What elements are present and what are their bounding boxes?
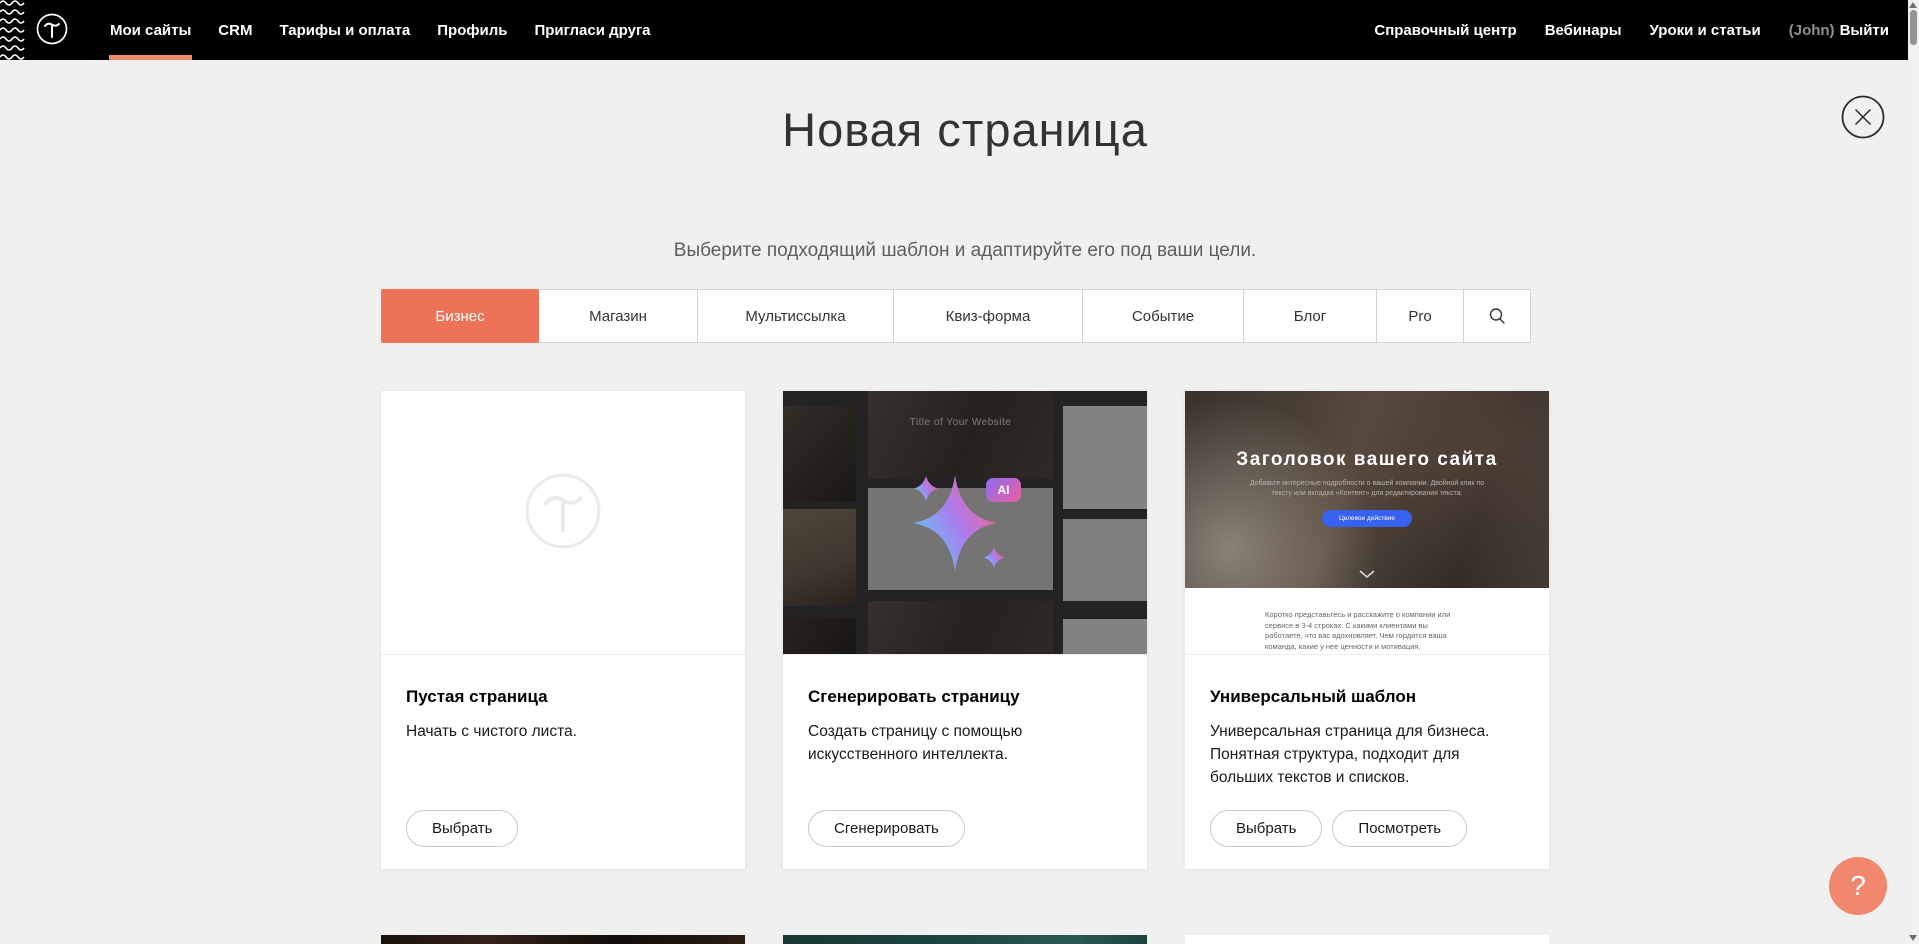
template-body-text: Коротко представьтесь и расскажите о ком… <box>1265 610 1463 652</box>
template-cta-button: Целевое действие <box>1322 510 1412 527</box>
tab-store[interactable]: Магазин <box>538 289 698 343</box>
generate-button[interactable]: Сгенерировать <box>808 810 965 847</box>
scroll-down-arrow-icon[interactable] <box>1909 935 1917 941</box>
card-actions: Выбрать Посмотреть <box>1210 810 1467 847</box>
page-subtitle: Выберите подходящий шаблон и адаптируйте… <box>381 240 1549 262</box>
preview-universal-button[interactable]: Посмотреть <box>1332 810 1467 847</box>
app-window: Мои сайты CRM Тарифы и оплата Профиль Пр… <box>0 0 1919 944</box>
secondary-nav: Справочный центр Вебинары Уроки и статьи… <box>1374 0 1908 60</box>
page-title: Новая страница <box>381 102 1549 157</box>
nav-lessons[interactable]: Уроки и статьи <box>1650 0 1761 60</box>
card-actions: Сгенерировать <box>808 810 965 847</box>
ai-badge: AI <box>986 478 1021 502</box>
close-icon <box>1841 95 1885 139</box>
card-title: Пустая страница <box>406 687 720 707</box>
scrollbar[interactable] <box>1908 0 1919 944</box>
template-card-partial[interactable] <box>783 935 1147 944</box>
template-body: Коротко представьтесь и расскажите о ком… <box>1185 588 1549 655</box>
template-hero-subtitle: Добавьте интересные подробности о вашей … <box>1241 479 1493 499</box>
card-actions: Выбрать <box>406 810 518 847</box>
template-card-partial[interactable] <box>1185 935 1549 944</box>
primary-nav: Мои сайты CRM Тарифы и оплата Профиль Пр… <box>0 0 651 60</box>
nav-webinars[interactable]: Вебинары <box>1545 0 1622 60</box>
help-button[interactable]: ? <box>1829 857 1887 915</box>
template-card-blank: Пустая страница Начать с чистого листа. … <box>381 391 745 869</box>
ai-preview: Title of Your Website <box>783 391 1147 655</box>
blank-preview <box>381 391 745 655</box>
template-category-tabs: Бизнес Магазин Мультиссылка Квиз-форма С… <box>381 289 1531 343</box>
ai-sparkle-icon <box>783 391 1147 655</box>
tab-event[interactable]: Событие <box>1082 289 1244 343</box>
nav-my-sites[interactable]: Мои сайты <box>110 0 191 60</box>
card-info: Пустая страница Начать с чистого листа. … <box>381 655 745 868</box>
tab-multilink[interactable]: Мультиссылка <box>697 289 894 343</box>
template-hero-title: Заголовок вашего сайта <box>1185 449 1549 471</box>
tab-blog[interactable]: Блог <box>1243 289 1377 343</box>
template-card-universal: Заголовок вашего сайта Добавьте интересн… <box>1185 391 1549 869</box>
logout-link[interactable]: Выйти <box>1840 0 1889 60</box>
card-description: Начать с чистого листа. <box>406 720 720 743</box>
template-hero: Заголовок вашего сайта Добавьте интересн… <box>1185 391 1549 588</box>
tab-pro[interactable]: Pro <box>1376 289 1464 343</box>
card-info: Сгенерировать страницу Создать страницу … <box>783 655 1147 868</box>
universal-preview: Заголовок вашего сайта Добавьте интересн… <box>1185 391 1549 655</box>
tab-search[interactable] <box>1463 289 1531 343</box>
scrollbar-thumb[interactable] <box>1910 10 1917 45</box>
nav-tariffs[interactable]: Тарифы и оплата <box>279 0 410 60</box>
card-title: Универсальный шаблон <box>1210 687 1524 707</box>
new-page-dialog: Новая страница Выберите подходящий шабло… <box>381 0 1549 944</box>
select-universal-button[interactable]: Выбрать <box>1210 810 1322 847</box>
template-card-partial[interactable] <box>381 935 745 944</box>
tilda-logo-icon[interactable] <box>35 12 69 46</box>
card-title: Сгенерировать страницу <box>808 687 1122 707</box>
tab-quiz-form[interactable]: Квиз-форма <box>893 289 1083 343</box>
template-card-ai-generate: Title of Your Website <box>783 391 1147 869</box>
search-icon <box>1487 306 1507 326</box>
card-description: Универсальная страница для бизнеса. Поня… <box>1210 720 1524 789</box>
user-session: (John) Выйти <box>1789 0 1889 60</box>
select-blank-button[interactable]: Выбрать <box>406 810 518 847</box>
wave-pattern-decoration <box>0 0 25 60</box>
card-info: Универсальный шаблон Универсальная стран… <box>1185 655 1549 868</box>
nav-profile[interactable]: Профиль <box>437 0 507 60</box>
chevron-down-icon <box>1359 570 1375 578</box>
card-description: Создать страницу с помощью искусственног… <box>808 720 1088 766</box>
tilda-ghost-logo-icon <box>521 469 605 553</box>
nav-help-center[interactable]: Справочный центр <box>1374 0 1516 60</box>
close-button[interactable] <box>1841 95 1885 139</box>
top-nav: Мои сайты CRM Тарифы и оплата Профиль Пр… <box>0 0 1908 60</box>
tab-business[interactable]: Бизнес <box>381 289 539 343</box>
scroll-up-arrow-icon[interactable] <box>1909 2 1917 8</box>
nav-invite-friend[interactable]: Пригласи друга <box>534 0 650 60</box>
nav-crm[interactable]: CRM <box>218 0 252 60</box>
user-name: (John) <box>1789 22 1835 39</box>
